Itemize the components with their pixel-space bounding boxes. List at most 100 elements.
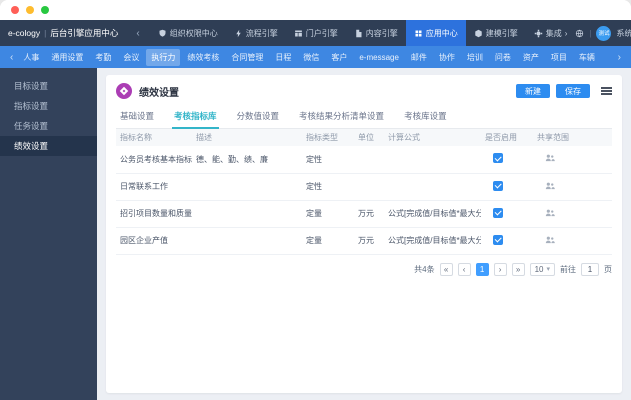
sidebar-item-indicator-settings[interactable]: 指标设置: [0, 96, 97, 116]
topnav-item-workflow[interactable]: 流程引擎: [226, 20, 286, 46]
sidebar-item-task-settings[interactable]: 任务设置: [0, 116, 97, 136]
tab-score-settings[interactable]: 分数值设置: [235, 106, 282, 128]
cell-description: 德、能、勤、绩、廉: [192, 146, 302, 174]
avatar[interactable]: 测试: [596, 25, 612, 41]
enabled-checkbox[interactable]: [493, 153, 503, 164]
modulebar-item[interactable]: 考勤: [90, 49, 116, 66]
share-scope-icon[interactable]: [545, 153, 555, 163]
sidebar: 目标设置 指标设置 任务设置 绩效设置: [0, 68, 97, 400]
topnav-item-integration[interactable]: 集成 ›: [526, 20, 576, 46]
header-actions: 新建 保存: [510, 84, 612, 98]
sidebar-item-goal-settings[interactable]: 目标设置: [0, 76, 97, 96]
topnav-item-app-center[interactable]: 应用中心: [405, 20, 466, 46]
cell-type: 定量: [302, 227, 354, 255]
modulebar-item[interactable]: 绩效考核: [182, 49, 224, 66]
tab-indicator-library[interactable]: 考核指标库: [172, 106, 219, 129]
modulebar-item[interactable]: 人事: [18, 49, 44, 66]
modulebar-item[interactable]: 培训: [462, 49, 488, 66]
minimize-window-button[interactable]: [26, 6, 34, 14]
share-scope-icon[interactable]: [545, 235, 555, 245]
modulebar-item[interactable]: 执行力: [146, 48, 181, 66]
brand: e-cology | 后台引擎应用中心: [8, 27, 118, 39]
modulebar-item[interactable]: 通用设置: [46, 49, 88, 66]
page-1-button[interactable]: 1: [475, 262, 489, 276]
cell-indicator-name: 日常联系工作: [116, 173, 192, 201]
globe-icon[interactable]: [575, 29, 584, 38]
next-page-button[interactable]: ›: [493, 262, 507, 276]
topnav-item-label: 建模引擎: [485, 28, 518, 38]
brand-separator: |: [44, 28, 47, 38]
cell-description: [192, 173, 302, 201]
tab-result-analysis-settings[interactable]: 考核结果分析清单设置: [297, 106, 386, 128]
modulebar-items: 人事 通用设置 考勤 会议 执行力 绩效考核 合同管理 日程 微信 客户 e-message 邮件 协作…: [17, 48, 601, 66]
enabled-checkbox[interactable]: [493, 180, 503, 191]
cell-unit: 万元: [354, 227, 384, 255]
modulebar-item[interactable]: 项目: [546, 49, 572, 66]
goto-page-input[interactable]: [581, 262, 599, 276]
col-desc: 描述: [192, 129, 302, 146]
modulebar-item[interactable]: 邮件: [406, 49, 432, 66]
prev-page-button[interactable]: ‹: [457, 262, 471, 276]
cell-enabled: [481, 173, 533, 201]
modulebar-item[interactable]: 会议: [118, 49, 144, 66]
goto-label: 前往: [560, 264, 576, 274]
topnav-item-portal[interactable]: 门户引擎: [286, 20, 346, 46]
settings-tabs: 基础设置 考核指标库 分数值设置 考核结果分析清单设置 考核库设置: [116, 106, 612, 129]
first-page-button[interactable]: «: [439, 262, 453, 276]
cell-formula: 公式[完成值/目标值*最大分值]: [384, 227, 481, 255]
topnav-item-org-permission[interactable]: 组织权限中心: [150, 20, 226, 46]
portal-icon: [294, 30, 302, 36]
modulebar-back-icon[interactable]: ‹: [6, 52, 17, 63]
modulebar-item[interactable]: 问卷: [490, 49, 516, 66]
cell-formula: [384, 146, 481, 174]
cell-indicator-name: 园区企业产值: [116, 227, 192, 255]
modulebar-item[interactable]: e-message: [354, 50, 404, 65]
topnav-item-content[interactable]: 内容引擎: [346, 20, 406, 46]
nav-back-chevron-icon[interactable]: ‹: [136, 28, 139, 39]
modulebar-item[interactable]: 协作: [434, 49, 460, 66]
panel-header: 绩效设置 新建 保存: [116, 83, 612, 99]
topnav-item-label: 流程引擎: [245, 28, 278, 38]
modulebar-item[interactable]: 客户: [326, 49, 352, 66]
main-layout: 目标设置 指标设置 任务设置 绩效设置 绩效设置 新建 保存 基础设置 考核指标…: [0, 68, 631, 400]
table-row: 园区企业产值 定量万元公式[完成值/目标值*最大分值]: [116, 227, 612, 255]
topnav-item-modeling[interactable]: 建模引擎: [466, 20, 526, 46]
last-page-button[interactable]: »: [511, 262, 525, 276]
enabled-checkbox[interactable]: [493, 207, 503, 218]
page-title: 绩效设置: [139, 87, 179, 99]
user-role[interactable]: 系统管理员: [616, 28, 631, 39]
tab-library-settings[interactable]: 考核库设置: [402, 106, 449, 128]
new-button[interactable]: 新建: [516, 84, 550, 98]
macos-titlebar: [0, 0, 631, 20]
col-type: 指标类型: [302, 129, 354, 146]
modulebar-item[interactable]: 车辆: [574, 49, 600, 66]
bolt-icon: [235, 29, 241, 37]
modulebar-item[interactable]: 日程: [270, 49, 296, 66]
save-button[interactable]: 保存: [556, 84, 590, 98]
list-menu-icon[interactable]: [601, 86, 612, 97]
brand-logo: e-cology: [8, 28, 41, 38]
modulebar-item[interactable]: 资产: [518, 49, 544, 66]
content-area: 绩效设置 新建 保存 基础设置 考核指标库 分数值设置 考核结果分析清单设置 考…: [97, 68, 631, 400]
sidebar-item-performance-settings[interactable]: 绩效设置: [0, 136, 97, 156]
tab-basic-settings[interactable]: 基础设置: [118, 106, 156, 128]
modulebar-item[interactable]: 微信: [298, 49, 324, 66]
enabled-checkbox[interactable]: [493, 234, 503, 245]
table-row: 日常联系工作 定性: [116, 173, 612, 201]
topnav-item-label: 集成: [545, 28, 562, 38]
col-unit: 单位: [354, 129, 384, 146]
page-size-select[interactable]: 10 ▾: [529, 262, 555, 276]
cell-indicator-name: 招引项目数量和质量: [116, 200, 192, 228]
share-scope-icon[interactable]: [545, 181, 555, 191]
cell-description: [192, 200, 302, 228]
share-scope-icon[interactable]: [545, 208, 555, 218]
close-window-button[interactable]: [11, 6, 19, 14]
maximize-window-button[interactable]: [41, 6, 49, 14]
cell-description: [192, 227, 302, 255]
modulebar-item[interactable]: 合同管理: [226, 49, 268, 66]
col-enabled: 是否启用: [481, 129, 533, 146]
total-count: 共4条: [414, 264, 435, 274]
table-row: 招引项目数量和质量 定量万元公式[完成值/目标值*最大分值]: [116, 200, 612, 228]
user-divider: |: [589, 28, 592, 38]
modulebar-forward-icon[interactable]: ›: [614, 52, 625, 63]
